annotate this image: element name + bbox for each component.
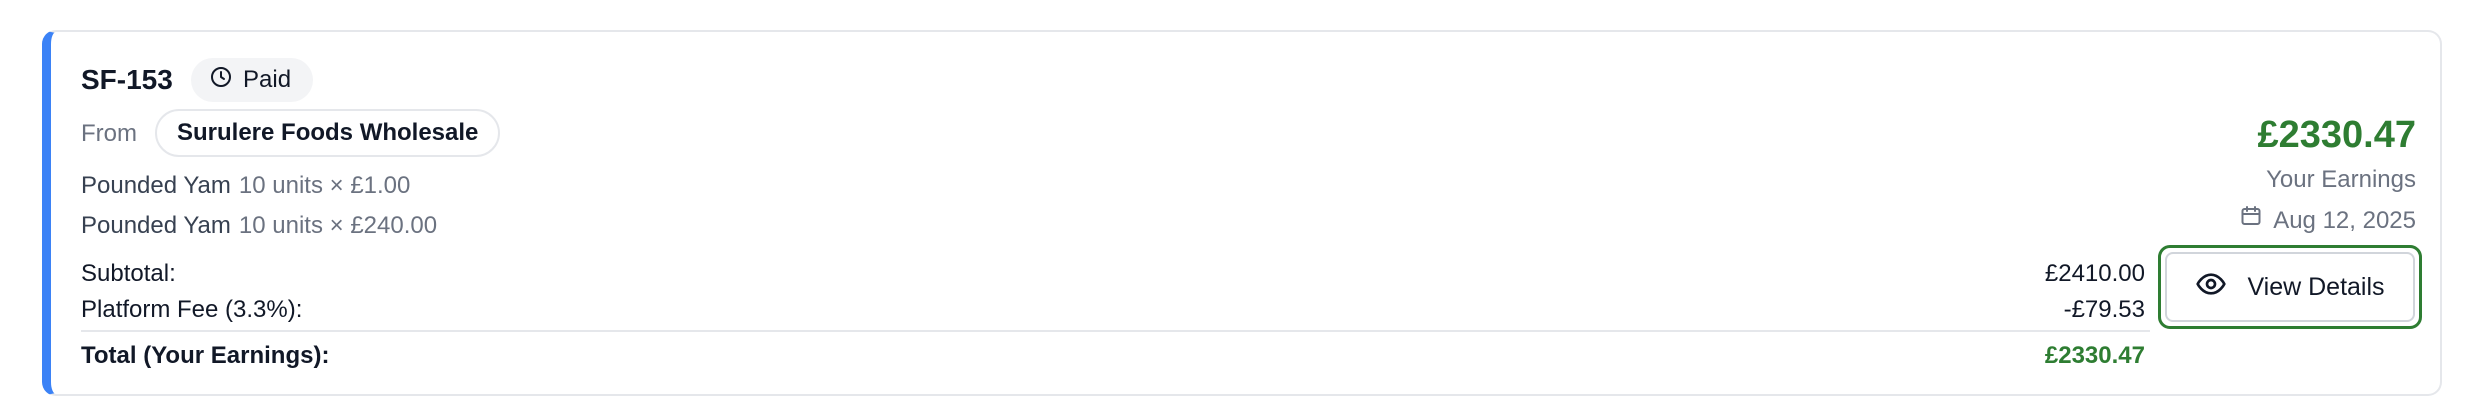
view-details-button[interactable]: View Details [2158,245,2422,329]
summary-divider [81,330,2150,332]
earnings-amount: £2330.47 [2257,114,2417,156]
clock-icon [209,65,233,96]
from-label: From [81,120,137,147]
supplier-chip: Surulere Foods Wholesale [155,109,501,157]
line-item: Pounded Yam 10 units × £240.00 [81,210,437,242]
view-details-label[interactable]: View Details [2247,273,2384,302]
line-item: Pounded Yam 10 units × £1.00 [81,170,410,202]
total-label: Total (Your Earnings): [81,342,330,369]
subtotal-value: £2410.00 [2044,260,2145,287]
line-item-name: Pounded Yam [81,172,231,199]
platform-fee-label: Platform Fee (3.3%): [81,296,303,323]
order-date: Aug 12, 2025 [2239,204,2416,237]
line-item-detail: 10 units × £240.00 [238,212,438,239]
earnings-label: Your Earnings [2266,166,2416,193]
subtotal-label: Subtotal: [81,260,176,287]
order-date-text: Aug 12, 2025 [2273,206,2416,234]
line-item-detail: 10 units × £1.00 [238,172,411,199]
platform-fee-value: -£79.53 [2063,296,2145,323]
calendar-icon [2239,204,2263,237]
view-details-button-inner[interactable]: View Details [2165,252,2415,322]
total-value: £2330.47 [2044,342,2145,369]
order-id: SF-153 [81,64,173,95]
line-item-name: Pounded Yam [81,212,231,239]
status-label: Paid [243,66,292,93]
status-badge: Paid [191,58,314,102]
eye-icon [2195,268,2227,307]
order-card: SF-153 Paid From Surulere Foods Wholesal… [42,30,2442,396]
